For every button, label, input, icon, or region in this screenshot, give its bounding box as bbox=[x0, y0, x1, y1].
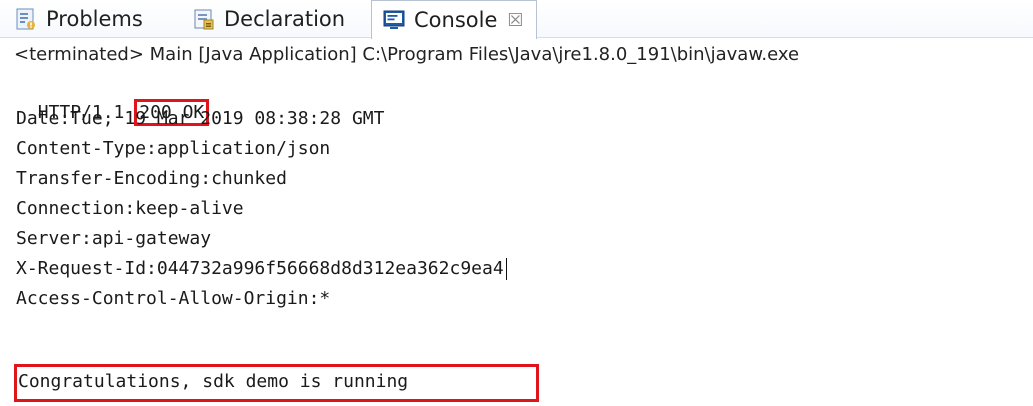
console-line: Date:Tue, 19 Mar 2019 08:38:28 GMT bbox=[16, 108, 385, 129]
request-id-text: X-Request-Id:044732a996f56668d8d312ea362… bbox=[16, 258, 504, 279]
tab-problems-label: Problems bbox=[46, 7, 143, 31]
console-icon bbox=[382, 8, 406, 32]
console-line: Access-Control-Allow-Origin:* bbox=[16, 288, 331, 309]
console-line: Transfer-Encoding:chunked bbox=[16, 168, 287, 189]
tab-problems[interactable]: Problems bbox=[14, 0, 143, 38]
close-icon[interactable]: ☒ bbox=[507, 10, 523, 31]
console-line: Content-Type:application/json bbox=[16, 138, 331, 159]
text-caret bbox=[505, 258, 507, 280]
tab-console-label: Console bbox=[414, 8, 498, 32]
console-line-request-id: X-Request-Id:044732a996f56668d8d312ea362… bbox=[16, 257, 507, 281]
tab-declaration[interactable]: Declaration bbox=[192, 0, 345, 38]
congrats-line: Congratulations, sdk demo is running bbox=[18, 371, 409, 392]
tab-console[interactable]: Console ☒ bbox=[371, 0, 537, 39]
console-line: Connection:keep-alive bbox=[16, 198, 244, 219]
console-status-line: <terminated> Main [Java Application] C:\… bbox=[14, 44, 800, 65]
tab-declaration-label: Declaration bbox=[224, 7, 346, 31]
declaration-icon bbox=[192, 7, 216, 31]
console-line: Server:api-gateway bbox=[16, 228, 212, 249]
view-tab-bar: Problems Declaration Console ☒ bbox=[0, 0, 1033, 39]
problems-icon bbox=[14, 7, 38, 31]
